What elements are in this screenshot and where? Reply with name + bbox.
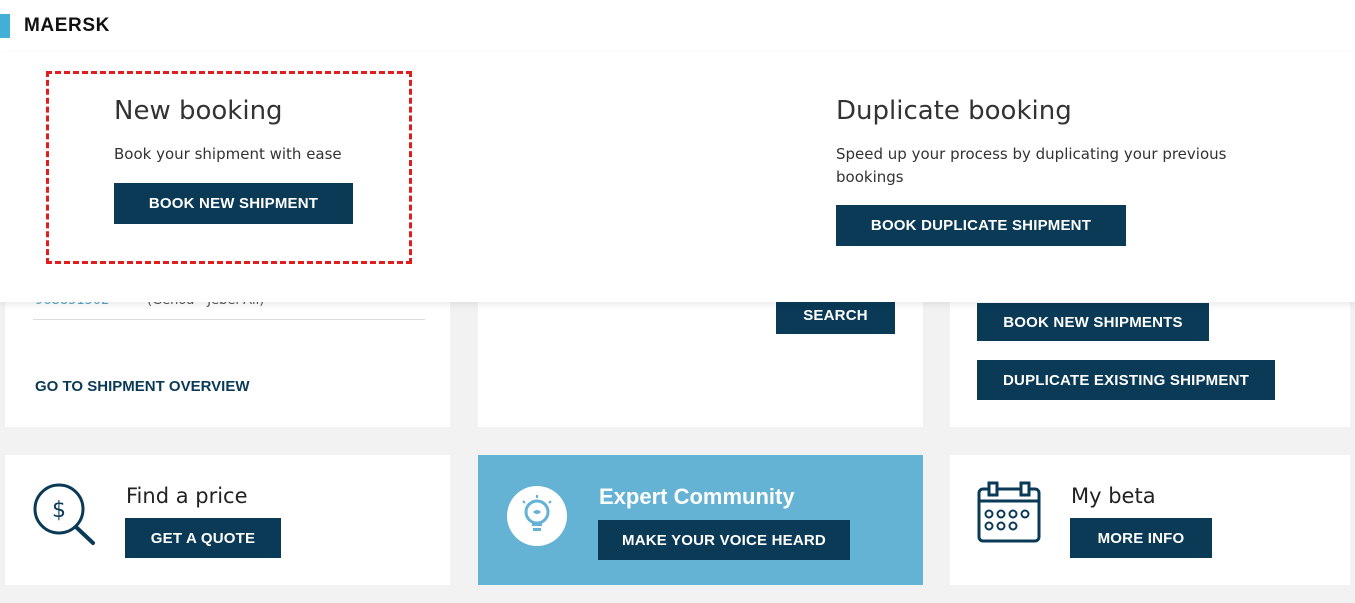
duplicate-booking-title: Duplicate booking [836,96,1072,126]
book-new-shipment-button[interactable]: BOOK NEW SHIPMENT [114,183,353,224]
maersk-logo-icon[interactable] [0,14,10,38]
new-booking-description: Book your shipment with ease [114,145,342,163]
header: MAERSK [0,0,1355,52]
search-button[interactable]: SEARCH [776,297,895,334]
make-voice-heard-button[interactable]: MAKE YOUR VOICE HEARD [598,520,850,560]
price-search-icon: $ [29,481,99,551]
booking-options-panel: New booking Book your shipment with ease… [0,52,1355,302]
get-quote-button[interactable]: GET A QUOTE [125,518,281,558]
lightbulb-icon [506,485,568,551]
my-beta-title: My beta [1071,484,1156,508]
book-new-shipments-button[interactable]: BOOK NEW SHIPMENTS [977,303,1209,341]
duplicate-existing-shipment-button[interactable]: DUPLICATE EXISTING SHIPMENT [977,360,1275,400]
calendar-icon [976,479,1042,549]
expert-community-card: Expert Community MAKE YOUR VOICE HEARD [478,455,923,585]
more-info-button[interactable]: MORE INFO [1070,518,1212,558]
book-duplicate-shipment-button[interactable]: BOOK DUPLICATE SHIPMENT [836,205,1126,246]
duplicate-booking-description: Speed up your process by duplicating you… [836,145,1227,186]
expert-community-title: Expert Community [599,484,795,509]
svg-text:$: $ [52,498,66,523]
find-price-title: Find a price [126,484,248,508]
new-booking-title: New booking [114,96,283,126]
divider [33,319,425,320]
find-price-card: $ Find a price GET A QUOTE [5,455,450,585]
my-beta-card: My beta MORE INFO [950,455,1350,585]
brand-name[interactable]: MAERSK [24,15,110,37]
shipment-overview-link[interactable]: GO TO SHIPMENT OVERVIEW [35,378,249,395]
